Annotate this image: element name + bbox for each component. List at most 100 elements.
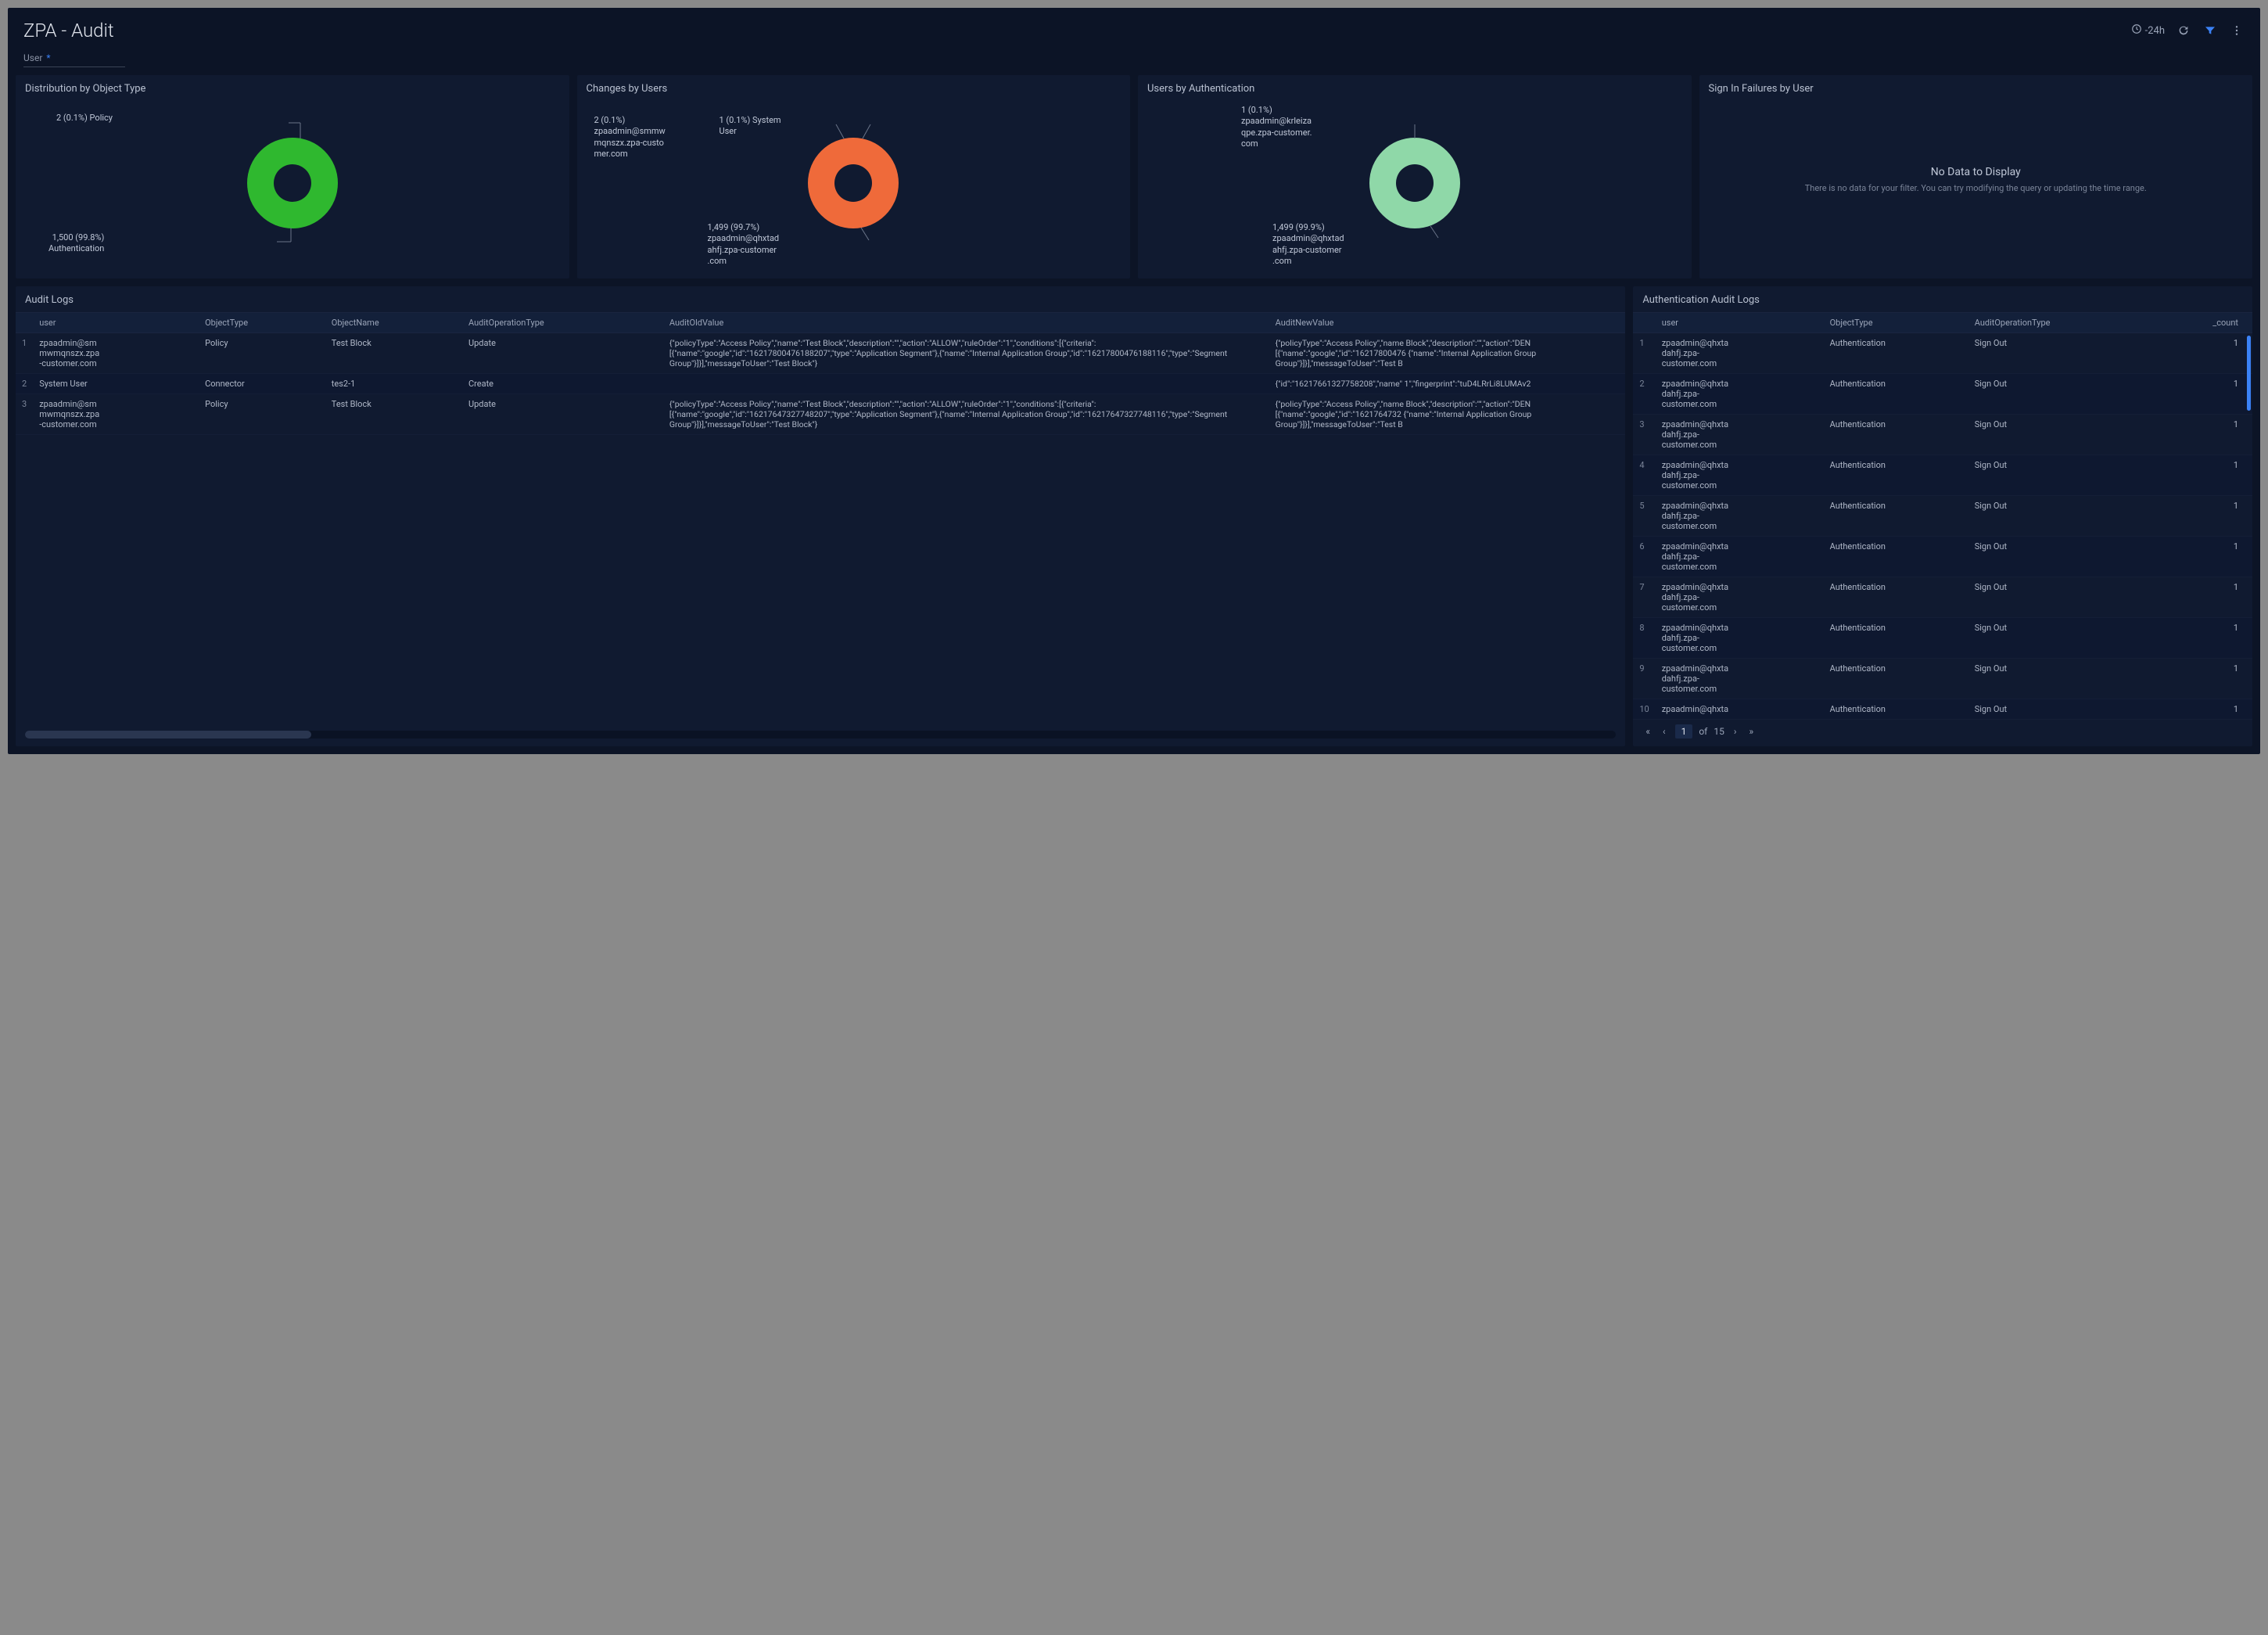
filter-required-indicator: *	[46, 52, 50, 63]
vertical-scrollbar[interactable]	[2246, 336, 2251, 712]
table-row[interactable]: 9zpaadmin@qhxta dahfj.zpa- customer.comA…	[1633, 659, 2252, 699]
cell-user: zpaadmin@qhxta dahfj.zpa- customer.com	[1656, 455, 1824, 496]
cell-count: 1	[2155, 577, 2252, 618]
cell-objecttype: Authentication	[1824, 455, 1968, 496]
col-objecttype[interactable]: ObjectType	[199, 313, 325, 333]
time-range-selector[interactable]: -24h	[2131, 23, 2165, 38]
col-auditoptype[interactable]: AuditOperationType	[462, 313, 663, 333]
panel-title: Audit Logs	[16, 294, 1625, 312]
horizontal-scrollbar[interactable]	[25, 731, 1616, 738]
cell-objecttype: Authentication	[1824, 659, 1968, 699]
cell-auditnewvalue: {"policyType":"Access Policy","name Bloc…	[1269, 394, 1626, 435]
pager-prev[interactable]: ‹	[1660, 724, 1669, 738]
filter-button[interactable]	[2202, 23, 2218, 38]
panels-row: Distribution by Object Type 2 (0.1%) Pol…	[8, 75, 2260, 278]
table-row[interactable]: 5zpaadmin@qhxta dahfj.zpa- customer.comA…	[1633, 496, 2252, 537]
refresh-button[interactable]	[2176, 23, 2191, 38]
cell-auditoptype: Sign Out	[1968, 577, 2155, 618]
table-row[interactable]: 4zpaadmin@qhxta dahfj.zpa- customer.comA…	[1633, 455, 2252, 496]
row-index: 5	[1633, 496, 1655, 537]
row-index: 3	[1633, 415, 1655, 455]
row-index: 1	[1633, 333, 1655, 374]
cell-user: zpaadmin@sm mwmqnszx.zpa -customer.com	[33, 333, 199, 374]
cell-auditoptype: Update	[462, 333, 663, 374]
col-user[interactable]: user	[1656, 313, 1824, 333]
donut-chart: 2 (0.1%) Policy 1,500 (99.8%) Authentica…	[25, 101, 560, 257]
donut-label-top-left: 2 (0.1%) zpaadmin@smmw mqnszx.zpa-custo …	[594, 115, 666, 160]
donut-label-bottom: 1,499 (99.7%) zpaadmin@qhxtad ahfj.zpa-c…	[708, 222, 780, 267]
cell-auditoptype: Sign Out	[1968, 496, 2155, 537]
table-scroll[interactable]: user ObjectType ObjectName AuditOperatio…	[16, 312, 1625, 728]
table-header-row: user ObjectType AuditOperationType _coun…	[1633, 313, 2252, 333]
cell-user: System User	[33, 374, 199, 394]
cell-objecttype: Authentication	[1824, 333, 1968, 374]
table-header-row: user ObjectType ObjectName AuditOperatio…	[16, 313, 1625, 333]
cell-objecttype: Connector	[199, 374, 325, 394]
cell-objecttype: Authentication	[1824, 699, 1968, 720]
cell-objecttype: Authentication	[1824, 496, 1968, 537]
cell-auditnewvalue: {"id":"16217661327758208","name" 1","fin…	[1269, 374, 1626, 394]
cell-count: 1	[2155, 374, 2252, 415]
table-row[interactable]: 7zpaadmin@qhxta dahfj.zpa- customer.comA…	[1633, 577, 2252, 618]
cell-auditoptype: Sign Out	[1968, 699, 2155, 720]
table-row[interactable]: 1zpaadmin@qhxta dahfj.zpa- customer.comA…	[1633, 333, 2252, 374]
pager-current[interactable]: 1	[1675, 724, 1693, 738]
col-objectname[interactable]: ObjectName	[325, 313, 462, 333]
col-auditnewvalue[interactable]: AuditNewValue	[1269, 313, 1626, 333]
cell-auditoptype: Sign Out	[1968, 659, 2155, 699]
cell-count: 1	[2155, 415, 2252, 455]
table-row[interactable]: 8zpaadmin@qhxta dahfj.zpa- customer.comA…	[1633, 618, 2252, 659]
panel-authentication-audit-logs: Authentication Audit Logs user ObjectTyp…	[1633, 286, 2252, 746]
table-scroll[interactable]: user ObjectType AuditOperationType _coun…	[1633, 312, 2252, 720]
cell-auditoldvalue: {"policyType":"Access Policy","name":"Te…	[663, 333, 1269, 374]
scrollbar-thumb[interactable]	[2247, 336, 2251, 411]
table-row[interactable]: 3zpaadmin@sm mwmqnszx.zpa -customer.comP…	[16, 394, 1625, 435]
filter-user[interactable]: User *	[23, 49, 125, 67]
cell-count: 1	[2155, 537, 2252, 577]
cell-count: 1	[2155, 699, 2252, 720]
row-index: 2	[16, 374, 33, 394]
cell-objecttype: Authentication	[1824, 415, 1968, 455]
no-data: No Data to Display There is no data for …	[1709, 101, 2244, 257]
col-objecttype[interactable]: ObjectType	[1824, 313, 1968, 333]
row-index: 1	[16, 333, 33, 374]
cell-objecttype: Policy	[199, 333, 325, 374]
no-data-subtitle: There is no data for your filter. You ca…	[1805, 183, 2147, 193]
pager-of: of	[1699, 726, 1707, 737]
scrollbar-thumb[interactable]	[25, 731, 311, 738]
cell-auditnewvalue: {"policyType":"Access Policy","name Bloc…	[1269, 333, 1626, 374]
col-count[interactable]: _count	[2155, 313, 2252, 333]
table-row[interactable]: 3zpaadmin@qhxta dahfj.zpa- customer.comA…	[1633, 415, 2252, 455]
row-index: 7	[1633, 577, 1655, 618]
bottom-row: Audit Logs user ObjectType ObjectName Au…	[8, 278, 2260, 754]
row-index: 3	[16, 394, 33, 435]
cell-user: zpaadmin@qhxta dahfj.zpa- customer.com	[1656, 333, 1824, 374]
col-user[interactable]: user	[33, 313, 199, 333]
cell-count: 1	[2155, 455, 2252, 496]
cell-objecttype: Authentication	[1824, 618, 1968, 659]
table-row[interactable]: 1zpaadmin@sm mwmqnszx.zpa -customer.comP…	[16, 333, 1625, 374]
cell-auditoptype: Sign Out	[1968, 415, 2155, 455]
table-row[interactable]: 10zpaadmin@qhxtaAuthenticationSign Out1	[1633, 699, 2252, 720]
pager-last[interactable]: »	[1746, 724, 1757, 738]
donut-chart: 2 (0.1%) zpaadmin@smmw mqnszx.zpa-custo …	[587, 101, 1121, 257]
col-auditoldvalue[interactable]: AuditOldValue	[663, 313, 1269, 333]
more-menu-button[interactable]	[2229, 23, 2245, 38]
row-index: 10	[1633, 699, 1655, 720]
audit-logs-table: user ObjectType ObjectName AuditOperatio…	[16, 312, 1625, 435]
table-row[interactable]: 2System UserConnectortes2-1Create{"id":"…	[16, 374, 1625, 394]
pager-first[interactable]: «	[1642, 724, 1653, 738]
col-auditoptype[interactable]: AuditOperationType	[1968, 313, 2155, 333]
panel-distribution-by-object-type: Distribution by Object Type 2 (0.1%) Pol…	[16, 75, 569, 278]
cell-auditoptype: Update	[462, 394, 663, 435]
donut-label-bottom: 1,499 (99.9%) zpaadmin@qhxtad ahfj.zpa-c…	[1272, 222, 1344, 267]
table-row[interactable]: 6zpaadmin@qhxta dahfj.zpa- customer.comA…	[1633, 537, 2252, 577]
cell-user: zpaadmin@qhxta dahfj.zpa- customer.com	[1656, 415, 1824, 455]
cell-user: zpaadmin@qhxta	[1656, 699, 1824, 720]
cell-count: 1	[2155, 333, 2252, 374]
cell-user: zpaadmin@qhxta dahfj.zpa- customer.com	[1656, 577, 1824, 618]
pager-next[interactable]: ›	[1731, 724, 1740, 738]
table-row[interactable]: 2zpaadmin@qhxta dahfj.zpa- customer.comA…	[1633, 374, 2252, 415]
panel-users-by-authentication: Users by Authentication 1 (0.1%) zpaadmi…	[1138, 75, 1692, 278]
pager-total: 15	[1714, 726, 1724, 737]
